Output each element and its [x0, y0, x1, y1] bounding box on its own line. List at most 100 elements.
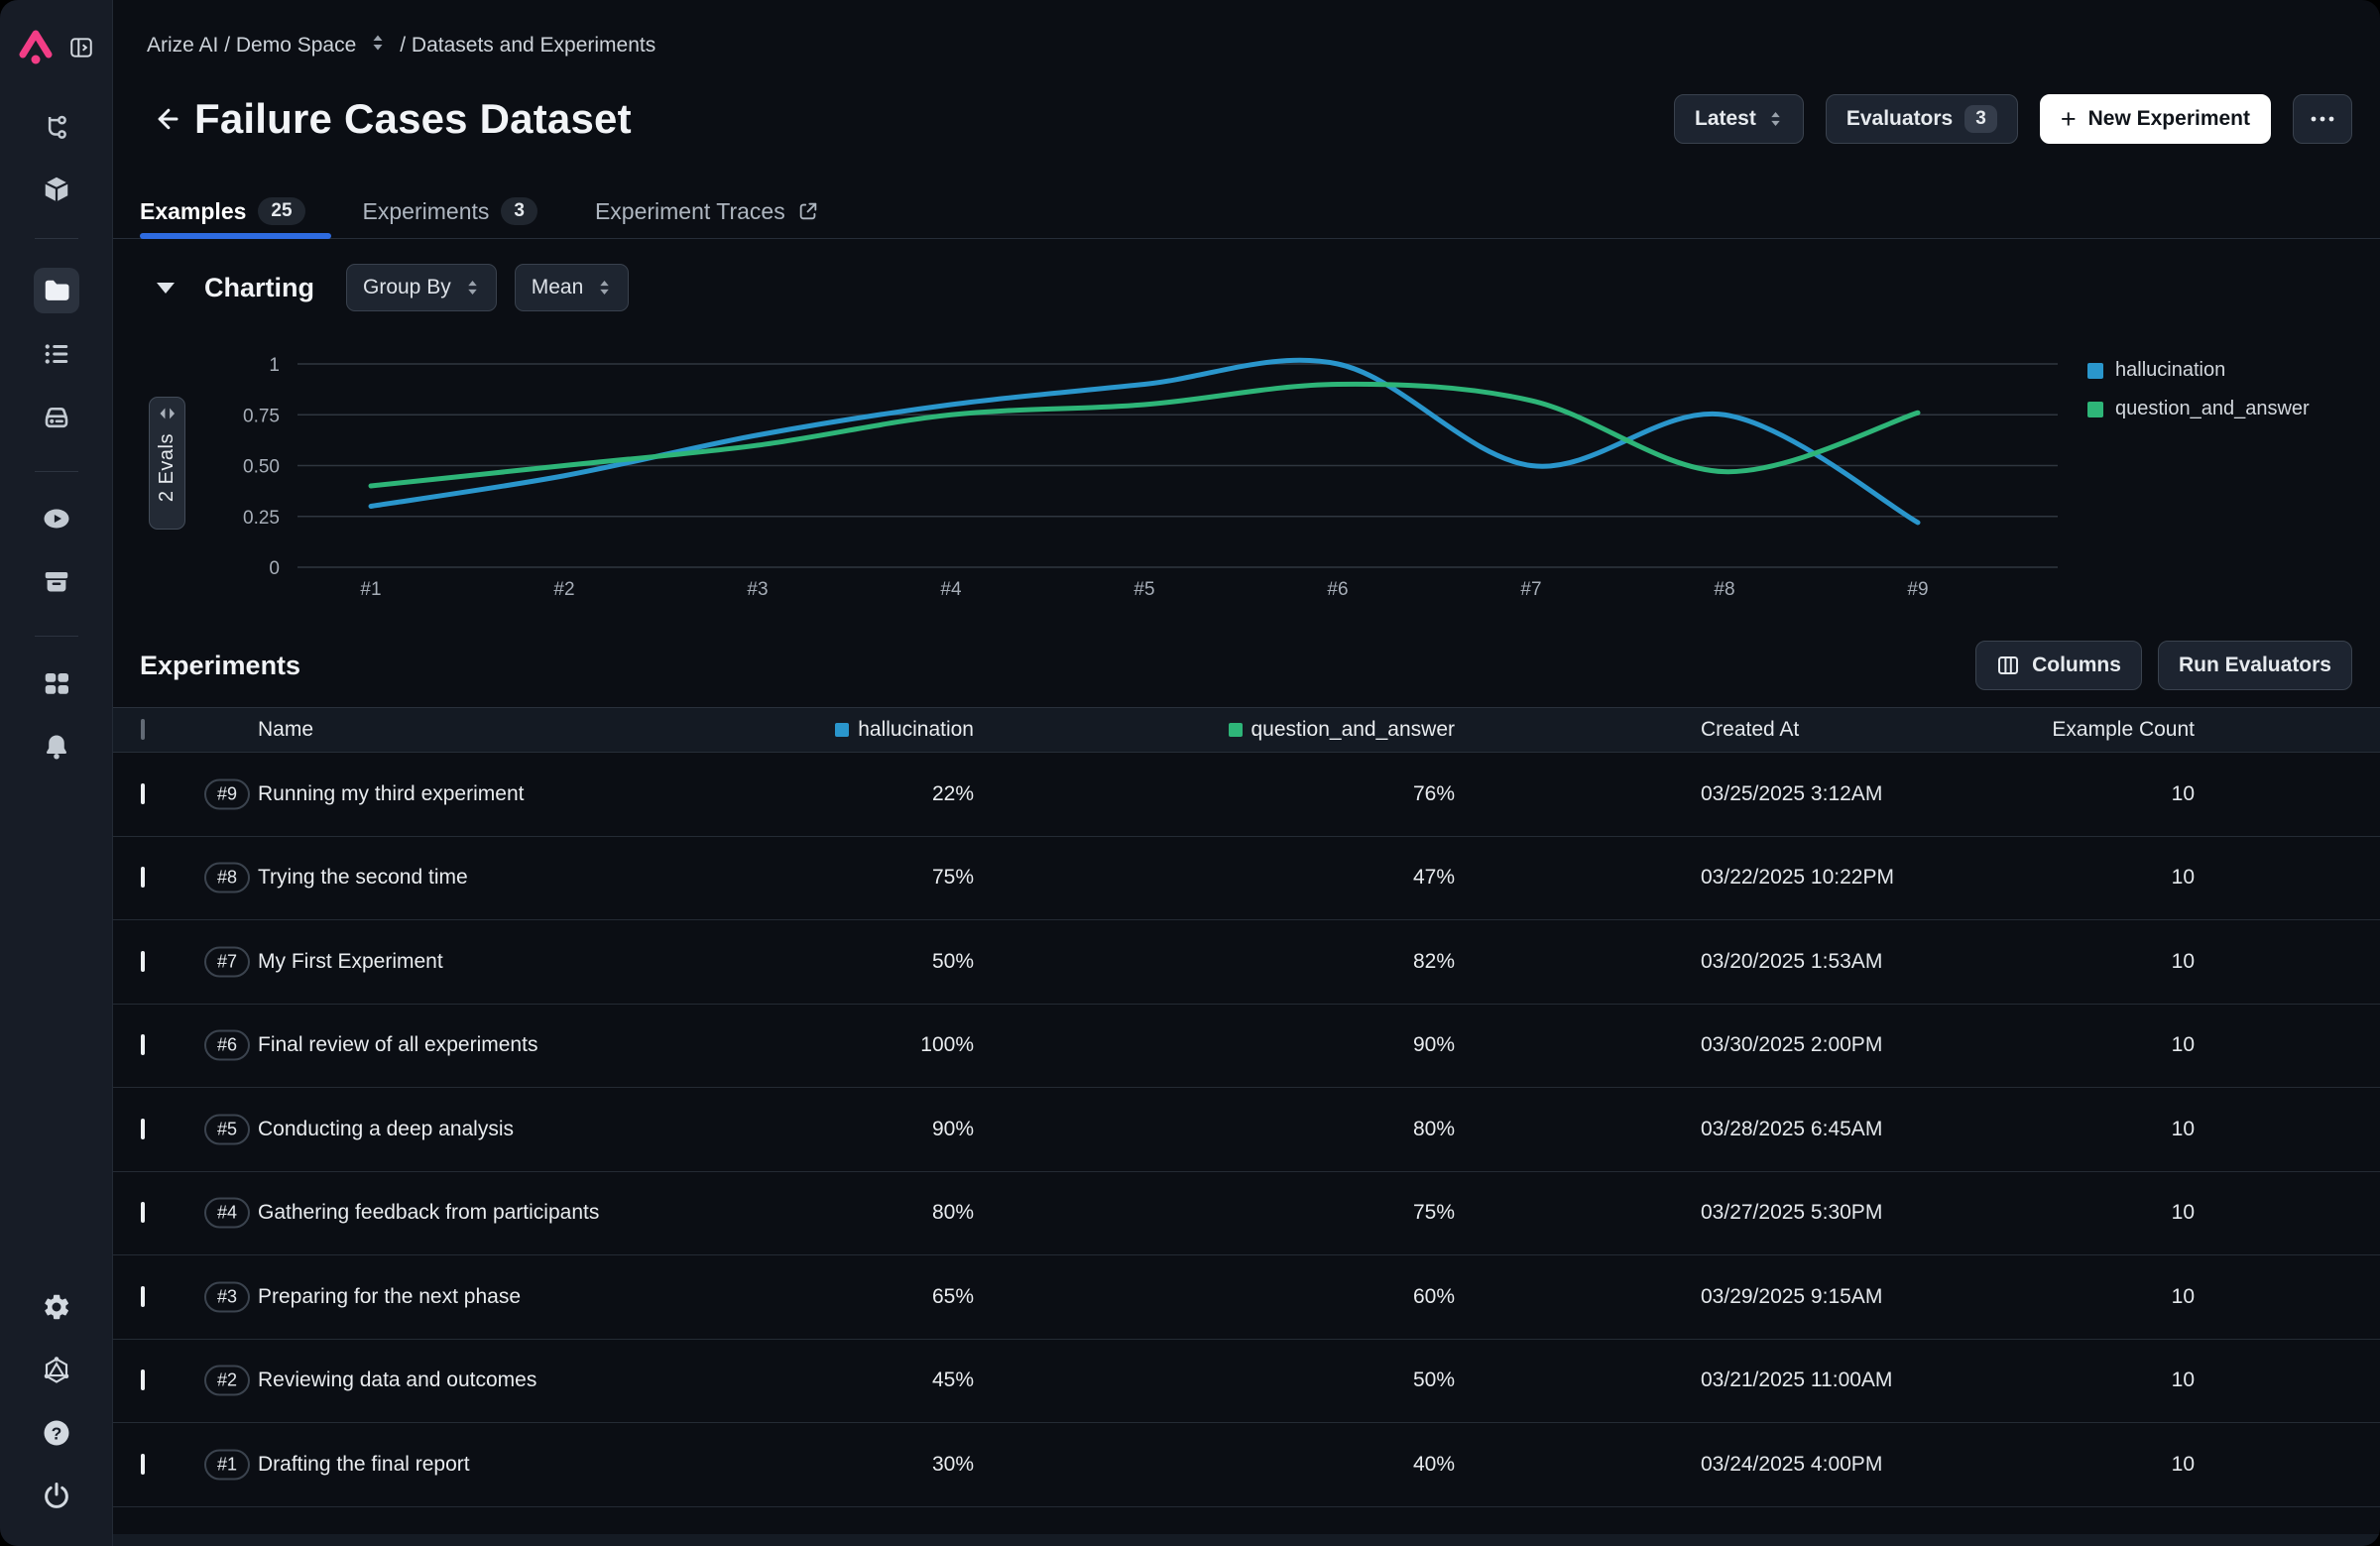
- svg-text:#4: #4: [940, 579, 962, 600]
- page-title: Failure Cases Dataset: [194, 95, 632, 143]
- table-row[interactable]: #2 Reviewing data and outcomes 45% 50% 0…: [113, 1340, 2380, 1424]
- select-all-checkbox[interactable]: [141, 719, 145, 740]
- question-and-answer-score: 50%: [1413, 1368, 1455, 1392]
- sidebar-item-tracing[interactable]: [34, 104, 79, 150]
- back-button[interactable]: [147, 99, 186, 139]
- row-checkbox[interactable]: [141, 1286, 145, 1307]
- resize-horizontal-icon: [160, 408, 176, 419]
- question-and-answer-swatch: [1229, 723, 1243, 737]
- row-checkbox[interactable]: [141, 951, 145, 972]
- example-count: 10: [2172, 1033, 2195, 1057]
- question-and-answer-score: 47%: [1413, 866, 1455, 890]
- column-header-example-count[interactable]: Example Count: [2052, 718, 2195, 742]
- legend-item-hallucination[interactable]: hallucination: [2087, 359, 2310, 382]
- collapse-charting-icon[interactable]: [157, 283, 175, 294]
- help-icon[interactable]: ?: [34, 1410, 79, 1456]
- column-header-question-and-answer[interactable]: question_and_answer: [1229, 718, 1456, 742]
- created-at: 03/22/2025 10:22PM: [1701, 866, 1894, 890]
- row-checkbox[interactable]: [141, 1034, 145, 1055]
- page-header: Failure Cases Dataset Latest Evaluators …: [147, 91, 2352, 147]
- run-evaluators-button[interactable]: Run Evaluators: [2158, 641, 2352, 690]
- tab-examples[interactable]: Examples 25: [140, 184, 305, 238]
- row-checkbox[interactable]: [141, 1454, 145, 1475]
- row-checkbox[interactable]: [141, 1119, 145, 1139]
- hallucination-score: 50%: [932, 950, 974, 974]
- experiment-name[interactable]: Trying the second time: [258, 866, 468, 890]
- experiment-name[interactable]: Final review of all experiments: [258, 1033, 537, 1057]
- space-switcher-icon[interactable]: [370, 34, 386, 58]
- app-window: ? Arize AI / Demo Space / Datasets and E…: [0, 0, 2380, 1546]
- created-at: 03/27/2025 5:30PM: [1701, 1201, 1882, 1225]
- question-and-answer-score: 82%: [1413, 950, 1455, 974]
- experiment-name[interactable]: Drafting the final report: [258, 1453, 470, 1477]
- table-row[interactable]: #4 Gathering feedback from participants …: [113, 1172, 2380, 1256]
- experiment-name[interactable]: Gathering feedback from participants: [258, 1201, 599, 1225]
- experiment-number-badge: #8: [204, 863, 250, 893]
- row-checkbox[interactable]: [141, 1369, 145, 1390]
- column-header-name[interactable]: Name: [258, 718, 313, 742]
- experiment-name[interactable]: Running my third experiment: [258, 782, 524, 806]
- row-checkbox[interactable]: [141, 1202, 145, 1223]
- sidebar-item-datasets[interactable]: [34, 268, 79, 313]
- table-row[interactable]: #1 Drafting the final report 30% 40% 03/…: [113, 1423, 2380, 1507]
- table-row[interactable]: #3 Preparing for the next phase 65% 60% …: [113, 1255, 2380, 1340]
- sidebar-item-storage[interactable]: [34, 395, 79, 440]
- svg-text:#8: #8: [1714, 579, 1734, 600]
- arize-logo[interactable]: [19, 28, 53, 72]
- row-checkbox[interactable]: [141, 867, 145, 888]
- columns-button[interactable]: Columns: [1975, 641, 2142, 690]
- table-row[interactable]: #5 Conducting a deep analysis 90% 80% 03…: [113, 1088, 2380, 1172]
- new-experiment-button[interactable]: + New Experiment: [2040, 94, 2271, 144]
- experiment-name[interactable]: Reviewing data and outcomes: [258, 1368, 536, 1392]
- integrations-icon[interactable]: [34, 1348, 79, 1393]
- svg-text:#2: #2: [553, 579, 574, 600]
- experiments-table-header: Name hallucination question_and_answer C…: [113, 707, 2380, 753]
- question-and-answer-score: 76%: [1413, 782, 1455, 806]
- row-checkbox[interactable]: [141, 783, 145, 804]
- aggregation-select[interactable]: Mean: [515, 264, 630, 311]
- latest-dropdown[interactable]: Latest: [1674, 94, 1804, 144]
- column-header-hallucination[interactable]: hallucination: [835, 718, 974, 742]
- sidebar-divider: [35, 636, 78, 637]
- more-options-button[interactable]: [2293, 94, 2352, 144]
- hallucination-score: 65%: [932, 1285, 974, 1309]
- experiments-table-body: #9 Running my third experiment 22% 76% 0…: [113, 753, 2380, 1507]
- question-and-answer-score: 40%: [1413, 1453, 1455, 1477]
- svg-text:#5: #5: [1133, 579, 1154, 600]
- legend-item-question_and_answer[interactable]: question_and_answer: [2087, 398, 2310, 420]
- table-row[interactable]: #6 Final review of all experiments 100% …: [113, 1005, 2380, 1089]
- table-row[interactable]: #8 Trying the second time 75% 47% 03/22/…: [113, 837, 2380, 921]
- svg-text:?: ?: [51, 1423, 61, 1443]
- experiment-name[interactable]: Conducting a deep analysis: [258, 1118, 514, 1141]
- breadcrumb-space[interactable]: Arize AI / Demo Space: [147, 34, 356, 58]
- example-count: 10: [2172, 1453, 2195, 1477]
- table-row[interactable]: #9 Running my third experiment 22% 76% 0…: [113, 753, 2380, 837]
- sidebar-item-notifications[interactable]: [34, 724, 79, 770]
- evals-panel-toggle[interactable]: 2 Evals: [149, 397, 185, 530]
- sidebar-item-models[interactable]: [34, 167, 79, 212]
- table-row[interactable]: #7 My First Experiment 50% 82% 03/20/202…: [113, 920, 2380, 1005]
- breadcrumb-section[interactable]: / Datasets and Experiments: [400, 34, 655, 58]
- sidebar-item-archive[interactable]: [34, 559, 79, 605]
- chevron-updown-icon: [1768, 110, 1783, 128]
- question-and-answer-score: 80%: [1413, 1118, 1455, 1141]
- sidebar-item-prompts[interactable]: [34, 331, 79, 377]
- experiment-name[interactable]: My First Experiment: [258, 950, 443, 974]
- tab-experiment-traces[interactable]: Experiment Traces: [595, 184, 819, 238]
- question-and-answer-score: 60%: [1413, 1285, 1455, 1309]
- group-by-select[interactable]: Group By: [346, 264, 497, 311]
- sidebar-item-apps[interactable]: [34, 660, 79, 706]
- power-icon[interactable]: [34, 1473, 79, 1518]
- hallucination-score: 30%: [932, 1453, 974, 1477]
- settings-icon[interactable]: [34, 1284, 79, 1330]
- created-at: 03/29/2025 9:15AM: [1701, 1285, 1882, 1309]
- experiment-name[interactable]: Preparing for the next phase: [258, 1285, 521, 1309]
- column-header-created-at[interactable]: Created At: [1701, 718, 1799, 742]
- tab-experiments[interactable]: Experiments 3: [363, 184, 537, 238]
- evaluators-button[interactable]: Evaluators 3: [1826, 94, 2018, 144]
- main-content: Arize AI / Demo Space / Datasets and Exp…: [113, 0, 2380, 1546]
- collapse-sidebar-icon[interactable]: [68, 35, 94, 65]
- sidebar-item-playground[interactable]: [34, 496, 79, 541]
- svg-text:0: 0: [269, 558, 280, 579]
- table-footer-strip: [113, 1534, 2380, 1546]
